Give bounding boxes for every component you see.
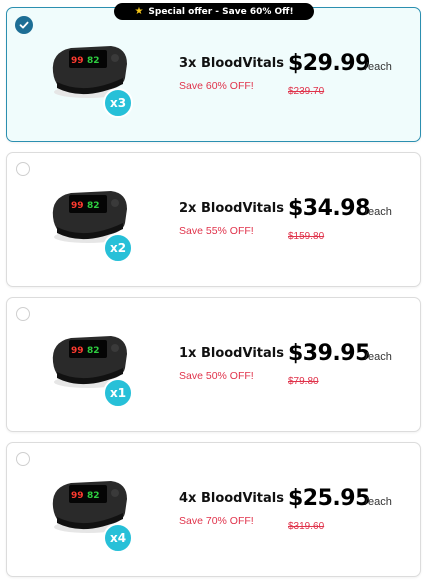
svg-text:82: 82 bbox=[87, 56, 100, 66]
svg-text:82: 82 bbox=[87, 491, 100, 501]
old-price: $239.70 bbox=[288, 86, 325, 97]
offer-save-text: Save 55% OFF! bbox=[179, 225, 254, 237]
offer-card-1x[interactable]: 99 82 x1 1x BloodVitals Save 50% OFF! $3… bbox=[6, 297, 421, 432]
radio-unselected[interactable] bbox=[16, 162, 30, 176]
price-unit: /each bbox=[365, 206, 392, 218]
svg-text:82: 82 bbox=[87, 201, 100, 211]
offer-save-text: Save 60% OFF! bbox=[179, 80, 254, 92]
offer-name: 1x BloodVitals bbox=[179, 346, 284, 361]
svg-text:99: 99 bbox=[71, 346, 84, 356]
offer-name: 2x BloodVitals bbox=[179, 201, 284, 216]
svg-text:99: 99 bbox=[71, 56, 84, 66]
check-icon bbox=[19, 21, 29, 29]
offer-name: 4x BloodVitals bbox=[179, 491, 284, 506]
price-unit: /each bbox=[365, 61, 392, 73]
offer-save-text: Save 70% OFF! bbox=[179, 515, 254, 527]
offer-price: $34.98 bbox=[288, 196, 370, 221]
price-unit: /each bbox=[365, 351, 392, 363]
radio-selected[interactable] bbox=[15, 16, 33, 34]
price-unit: /each bbox=[365, 496, 392, 508]
quantity-badge: x1 bbox=[103, 378, 133, 408]
offer-card-3x[interactable]: 99 82 x3 3x BloodVitals Save 60% OFF! $2… bbox=[6, 7, 421, 142]
offer-price: $25.95 bbox=[288, 486, 370, 511]
offer-card-4x[interactable]: 99 82 x4 4x BloodVitals Save 70% OFF! $2… bbox=[6, 442, 421, 577]
old-price: $319.60 bbox=[288, 521, 325, 532]
radio-unselected[interactable] bbox=[16, 307, 30, 321]
offer-save-text: Save 50% OFF! bbox=[179, 370, 254, 382]
offer-price: $39.95 bbox=[288, 341, 370, 366]
radio-unselected[interactable] bbox=[16, 452, 30, 466]
star-icon: ★ bbox=[134, 6, 144, 17]
quantity-badge: x3 bbox=[103, 88, 133, 118]
old-price: $79.80 bbox=[288, 376, 319, 387]
quantity-badge: x4 bbox=[103, 523, 133, 553]
quantity-badge: x2 bbox=[103, 233, 133, 263]
svg-text:99: 99 bbox=[71, 491, 84, 501]
offer-card-2x[interactable]: 99 82 x2 2x BloodVitals Save 55% OFF! $3… bbox=[6, 152, 421, 287]
svg-text:82: 82 bbox=[87, 346, 100, 356]
special-offer-ribbon: ★ Special offer - Save 60% Off! bbox=[114, 3, 314, 20]
offer-name: 3x BloodVitals bbox=[179, 56, 284, 71]
ribbon-text: Special offer - Save 60% Off! bbox=[148, 6, 294, 17]
svg-text:99: 99 bbox=[71, 201, 84, 211]
offer-price: $29.99 bbox=[288, 51, 370, 76]
old-price: $159.80 bbox=[288, 231, 325, 242]
